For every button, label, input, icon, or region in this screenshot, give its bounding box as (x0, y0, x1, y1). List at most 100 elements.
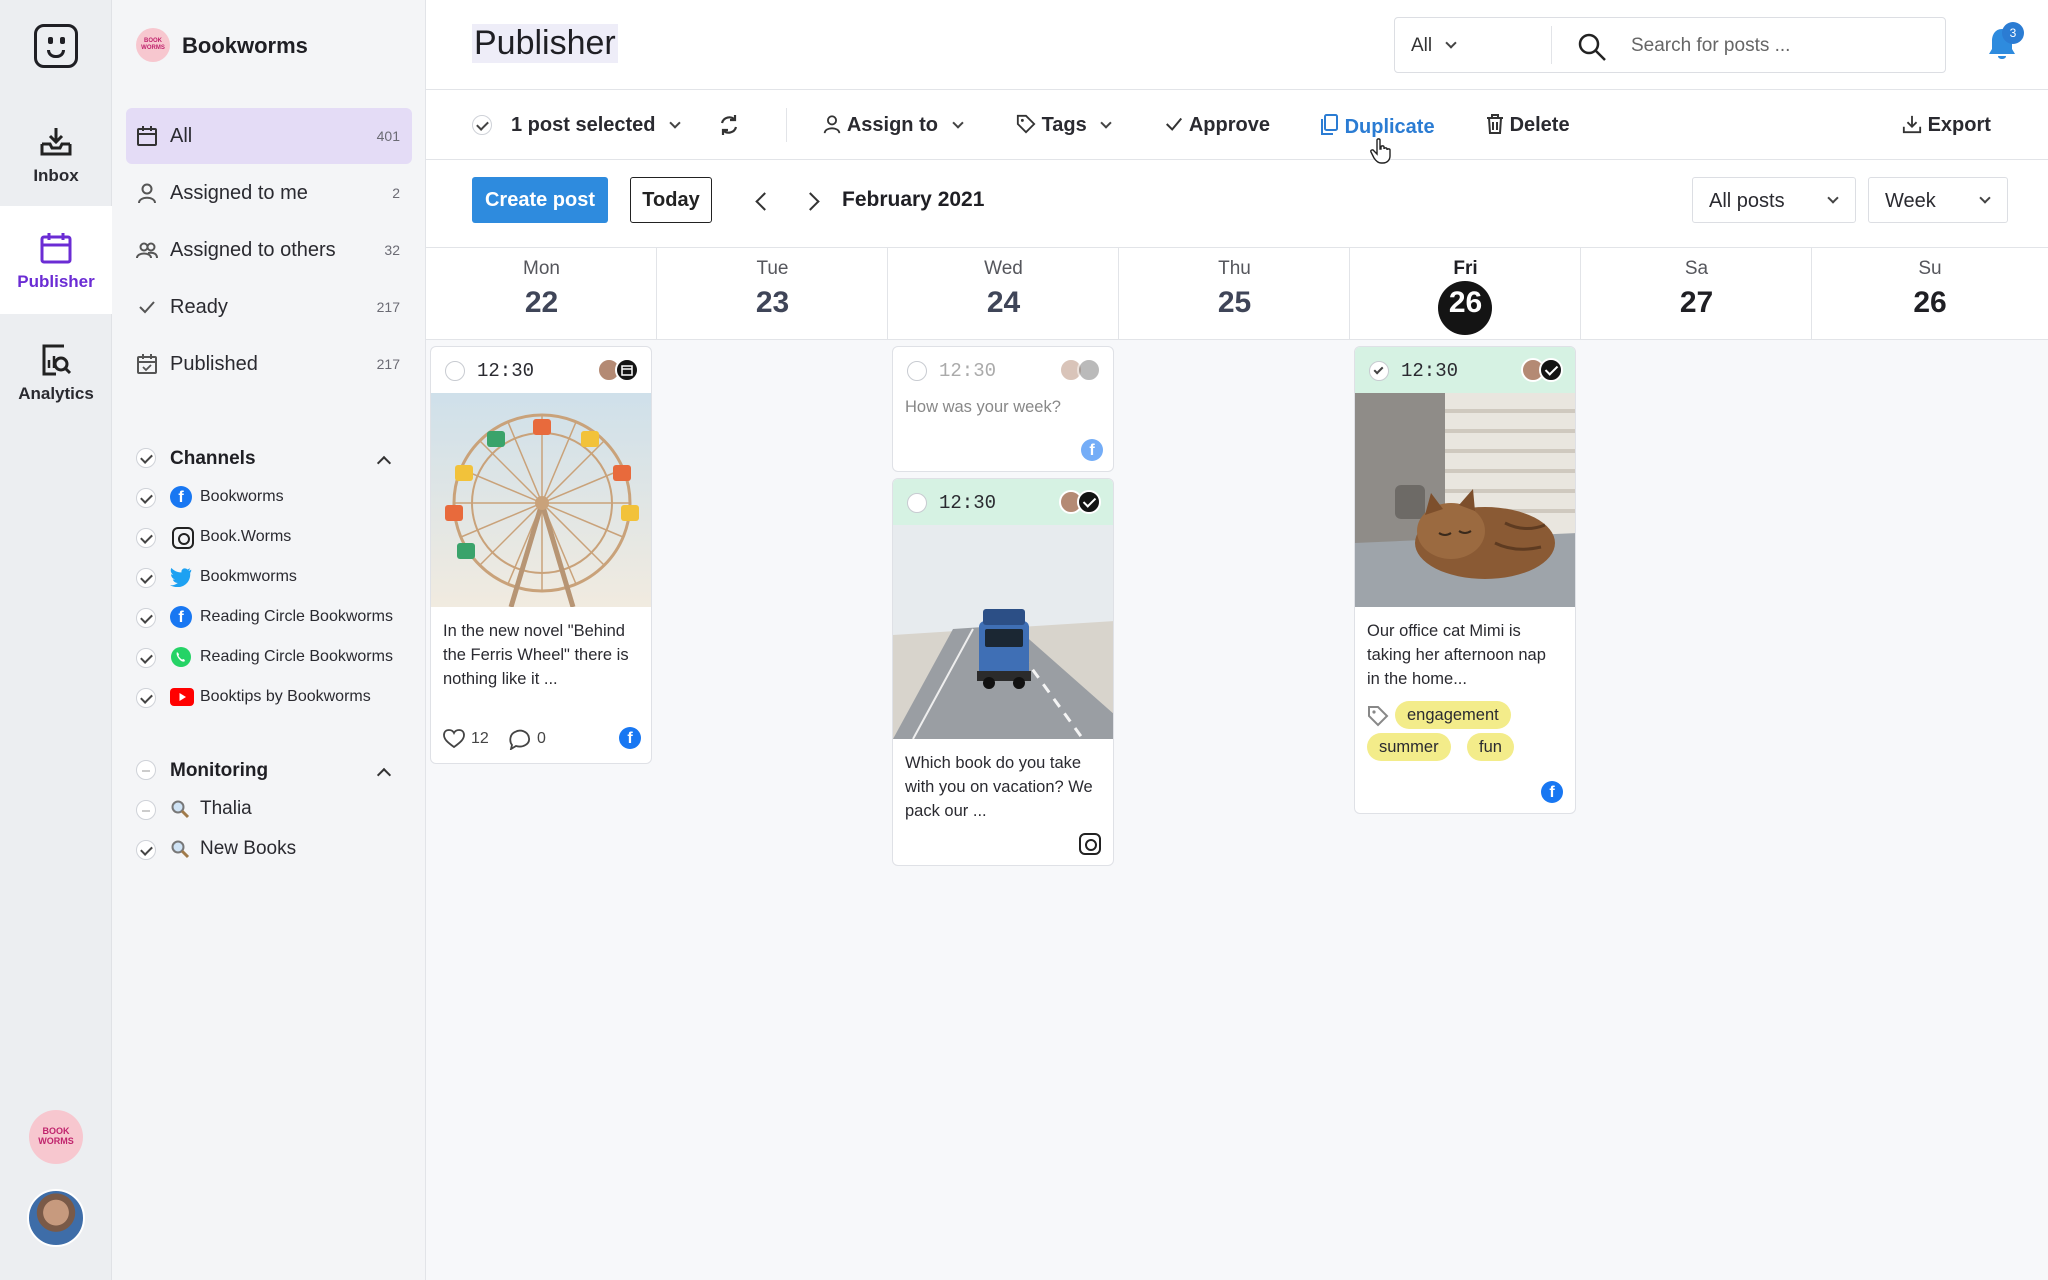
post-filter-select[interactable]: All posts (1692, 177, 1856, 223)
post-select-checkbox[interactable] (907, 361, 927, 381)
view-select[interactable]: Week (1868, 177, 2008, 223)
channel-name: Bookworms (200, 488, 284, 505)
selection-label: 1 post selected (511, 114, 656, 136)
channel-checkbox[interactable] (136, 648, 156, 668)
monitoring-select-all-checkbox[interactable] (136, 760, 156, 780)
post-card[interactable]: 12:30 (1354, 346, 1576, 814)
search-scope-select[interactable]: All (1411, 35, 1458, 57)
collapse-icon[interactable] (376, 767, 392, 783)
sidebar-item-label: All (170, 125, 193, 147)
rail-analytics[interactable]: Analytics (0, 318, 112, 426)
channels-select-all-checkbox[interactable] (136, 448, 156, 468)
day-body[interactable] (1581, 340, 1812, 1280)
monitoring-item[interactable]: Thalia (136, 790, 412, 830)
sidebar-item-published[interactable]: Published 217 (126, 336, 412, 392)
day-body[interactable] (1812, 340, 2048, 1280)
cat-sleeping-image[interactable] (1355, 393, 1575, 607)
assign-to-button[interactable]: Assign to (822, 114, 964, 137)
tags-button[interactable]: Tags (1016, 114, 1112, 137)
comment-icon[interactable] (509, 729, 531, 750)
tag-chip[interactable]: summer (1367, 733, 1451, 761)
channel-checkbox[interactable] (136, 568, 156, 588)
channel-checkbox[interactable] (136, 608, 156, 628)
brand-name[interactable]: Bookworms (182, 33, 308, 59)
channel-item[interactable]: f Bookworms (136, 478, 412, 518)
selection-dropdown[interactable]: 1 post selected (511, 114, 681, 137)
export-button[interactable]: Export (1902, 114, 1991, 137)
duplicate-button[interactable]: Duplicate (1319, 114, 1435, 139)
ferris-wheel-image[interactable] (431, 393, 651, 607)
next-week-icon[interactable] (801, 192, 820, 211)
search-scope-value: All (1411, 35, 1433, 56)
chevron-down-icon (951, 117, 964, 129)
day-body[interactable]: 12:30 (1350, 340, 1581, 1280)
search-input[interactable]: Search for posts ... (1631, 35, 1790, 57)
post-text: Which book do you take with you on vacat… (905, 754, 1093, 820)
select-posts-checkbox[interactable] (472, 115, 492, 135)
like-count: 12 (471, 730, 489, 747)
sidebar-item-label: Assigned to others (170, 239, 336, 261)
day-body[interactable]: 12:30 How was your week? f 12:30 Which b… (888, 340, 1119, 1280)
heart-icon[interactable] (443, 729, 465, 749)
bulk-actions-toolbar: 1 post selected Assign to Tags Approve D… (426, 90, 2048, 164)
van-road-image[interactable] (893, 525, 1113, 739)
day-header[interactable]: Su 26 (1812, 248, 2048, 340)
post-select-checkbox[interactable] (1369, 361, 1389, 381)
sidebar-item-assigned-to-me[interactable]: Assigned to me 2 (126, 165, 412, 221)
monitoring-checkbox[interactable] (136, 800, 156, 820)
search-bar[interactable]: All Search for posts ... (1394, 17, 1946, 73)
brand-avatar[interactable]: BOOK WORMS (29, 1110, 83, 1164)
sidebar-item-count: 217 (376, 299, 400, 315)
day-header[interactable]: Tue 23 (657, 248, 888, 340)
post-card[interactable]: 12:30 (430, 346, 652, 764)
day-header[interactable]: Thu 25 (1119, 248, 1350, 340)
day-number: 23 (755, 286, 790, 319)
today-button[interactable]: Today (630, 177, 712, 223)
collapse-icon[interactable] (376, 455, 392, 471)
channels-header[interactable]: Channels (136, 448, 422, 478)
tag-chip[interactable]: fun (1467, 733, 1514, 761)
monitoring-checkbox[interactable] (136, 840, 156, 860)
app-rail: Inbox Publisher Analytics BOOK WORMS (0, 0, 112, 1280)
sidebar-item-all[interactable]: All 401 (126, 108, 412, 164)
day-header[interactable]: Mon 22 (426, 248, 657, 340)
sidebar-item-assigned-to-others[interactable]: Assigned to others 32 (126, 222, 412, 278)
delete-button[interactable]: Delete (1486, 114, 1570, 137)
channel-checkbox[interactable] (136, 688, 156, 708)
facebook-icon: f (1081, 439, 1103, 461)
post-card[interactable]: 12:30 (892, 478, 1114, 866)
rail-inbox[interactable]: Inbox (0, 100, 112, 208)
day-header[interactable]: Wed 24 (888, 248, 1119, 340)
monitoring-header[interactable]: Monitoring (136, 760, 422, 790)
channel-item[interactable]: Bookmworms (136, 558, 412, 598)
channel-item[interactable]: Booktips by Bookworms (136, 678, 412, 718)
create-post-button[interactable]: Create post (472, 177, 608, 223)
calendar-controls: Create post Today February 2021 All post… (426, 160, 2048, 248)
previous-week-icon[interactable] (755, 192, 774, 211)
app-logo-icon[interactable] (34, 24, 78, 68)
user-avatar[interactable] (27, 1189, 85, 1247)
channel-checkbox[interactable] (136, 528, 156, 548)
refresh-icon[interactable] (718, 114, 740, 136)
day-body[interactable] (1119, 340, 1350, 1280)
day-header[interactable]: Fri 26 (1350, 248, 1581, 340)
approve-button[interactable]: Approve (1164, 114, 1270, 137)
post-select-checkbox[interactable] (907, 493, 927, 513)
sidebar-item-count: 32 (384, 242, 400, 258)
day-header[interactable]: Sa 27 (1581, 248, 1812, 340)
tag-chip[interactable]: engagement (1395, 701, 1511, 729)
post-card[interactable]: 12:30 How was your week? f (892, 346, 1114, 472)
rail-publisher[interactable]: Publisher (0, 206, 112, 314)
day-body[interactable]: 12:30 (426, 340, 657, 1280)
monitoring-item[interactable]: New Books (136, 830, 412, 870)
channels-title: Channels (170, 448, 256, 469)
channel-checkbox[interactable] (136, 488, 156, 508)
post-text: Our office cat Mimi is taking her aftern… (1367, 622, 1546, 688)
channel-item[interactable]: Reading Circle Bookworms (136, 638, 412, 678)
day-body[interactable] (657, 340, 888, 1280)
post-select-checkbox[interactable] (445, 361, 465, 381)
download-icon (1902, 115, 1922, 134)
sidebar-item-ready[interactable]: Ready 217 (126, 279, 412, 335)
channel-item[interactable]: f Reading Circle Bookworms (136, 598, 412, 638)
channel-item[interactable]: Book.Worms (136, 518, 412, 558)
